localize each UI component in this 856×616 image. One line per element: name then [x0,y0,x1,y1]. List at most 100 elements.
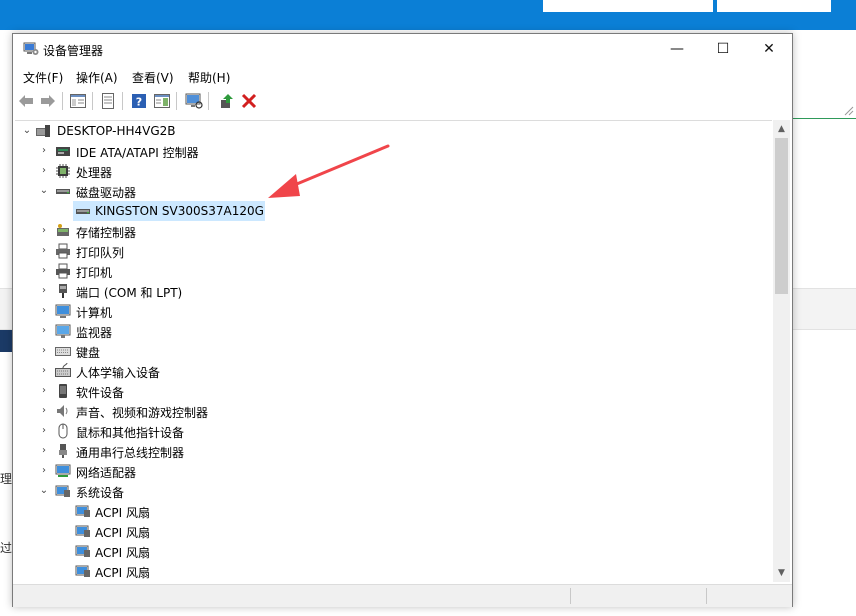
system-device-icon [75,565,90,577]
background-text-fragment: 过 [0,541,13,555]
printer-icon [56,263,70,279]
tree-node[interactable]: ACPI 风扇 [15,501,772,521]
tree-node[interactable]: ACPI 风扇 [15,541,772,561]
tree-node-label: 网络适配器 [76,466,137,480]
tree-node[interactable]: › 端口 (COM 和 LPT) [15,281,772,301]
properties-icon[interactable] [99,92,117,110]
collapse-chevron-icon[interactable]: ⌄ [39,185,49,197]
tree-node-label: 通用串行总线控制器 [76,446,185,460]
tree-node-label: IDE ATA/ATAPI 控制器 [76,146,199,160]
tree-node[interactable]: › 人体学输入设备 [15,361,772,381]
system-device-icon [75,525,90,537]
disk-drive-icon [76,209,90,214]
tree-node-label: 打印机 [76,266,113,280]
tree-node-label: KINGSTON SV300S37A120G [95,204,264,218]
network-adapter-icon [55,464,71,477]
help-icon[interactable]: ? [130,92,148,110]
tree-node-label: 打印队列 [76,246,125,260]
expand-chevron-icon[interactable]: › [39,345,49,357]
processor-icon [56,164,70,178]
expand-chevron-icon[interactable]: › [39,245,49,257]
system-device-icon [75,545,90,557]
update-driver-icon[interactable] [218,92,236,110]
collapse-chevron-icon[interactable]: ⌄ [39,485,49,497]
system-device-icon [75,505,90,517]
tree-node[interactable]: › 软件设备 [15,381,772,401]
maximize-button[interactable]: ☐ [700,34,746,64]
background-search-field [543,0,713,12]
tree-node[interactable]: › 处理器 [15,161,772,181]
device-tree: ⌄ DESKTOP-HH4VG2B › IDE ATA/ATAPI 控制器 › … [15,120,772,581]
tree-node[interactable]: › 监视器 [15,321,772,341]
tree-node-label: 监视器 [76,326,113,340]
tree-node-label: 系统设备 [76,486,125,500]
tree-node[interactable]: ACPI 风扇 [15,521,772,541]
scroll-down-arrow-icon[interactable]: ▼ [775,566,788,580]
close-button[interactable]: ✕ [746,34,792,64]
tree-node-label: 磁盘驱动器 [76,186,137,200]
expand-chevron-icon[interactable]: › [39,145,49,157]
software-device-icon [59,384,67,398]
back-arrow-icon[interactable] [17,92,35,110]
expand-chevron-icon[interactable]: › [39,305,49,317]
tree-node[interactable]: › 计算机 [15,301,772,321]
tree-node[interactable]: › 打印机 [15,261,772,281]
menu-view[interactable]: 查看(V) [132,69,174,86]
tree-node[interactable]: › 鼠标和其他指针设备 [15,421,772,441]
show-hide-tree-icon[interactable] [69,92,87,110]
tree-node[interactable]: ⌄ 系统设备 [15,481,772,501]
expand-chevron-icon[interactable]: › [39,445,49,457]
tree-node-label: ACPI 风扇 [95,546,150,560]
tree-node-label: 软件设备 [76,386,125,400]
tree-node-label: 人体学输入设备 [76,366,161,380]
tree-node[interactable]: › 存储控制器 [15,221,772,241]
tree-node-label: ACPI 风扇 [95,526,150,540]
tree-node[interactable]: › 网络适配器 [15,461,772,481]
tree-node[interactable]: › IDE ATA/ATAPI 控制器 [15,141,772,161]
tree-root-label: DESKTOP-HH4VG2B [57,124,176,138]
computer-icon [36,125,50,137]
print-queue-icon [56,243,70,259]
tree-node[interactable]: ⌄ 磁盘驱动器 [15,181,772,201]
expand-chevron-icon[interactable]: › [39,465,49,477]
expand-chevron-icon[interactable]: › [39,325,49,337]
forward-arrow-icon[interactable] [39,92,57,110]
scroll-up-arrow-icon[interactable]: ▲ [775,122,788,136]
scan-hardware-icon[interactable] [185,92,203,110]
tree-node-label: 鼠标和其他指针设备 [76,426,185,440]
menu-file[interactable]: 文件(F) [23,69,63,86]
tree-node[interactable]: › 通用串行总线控制器 [15,441,772,461]
background-field [717,0,831,12]
expand-chevron-icon[interactable]: › [39,285,49,297]
scrollbar-thumb[interactable] [775,138,788,294]
menu-help[interactable]: 帮助(H) [188,69,230,86]
tree-node[interactable]: ACPI 风扇 [15,561,772,581]
tree-node[interactable]: › 键盘 [15,341,772,361]
tree-node[interactable]: › 打印队列 [15,241,772,261]
title-bar[interactable]: 设备管理器 — ☐ ✕ [13,34,792,64]
usb-icon [59,444,67,458]
menu-action[interactable]: 操作(A) [76,69,118,86]
expand-chevron-icon[interactable]: › [39,225,49,237]
background-text-fragment: 理 [0,472,13,486]
expand-chevron-icon[interactable]: › [39,265,49,277]
expand-chevron-icon[interactable]: › [39,425,49,437]
port-icon [59,284,67,298]
device-manager-window: 设备管理器 — ☐ ✕ 文件(F) 操作(A) 查看(V) 帮助(H) ? ⌄ … [12,33,793,607]
tree-node-selected[interactable]: KINGSTON SV300S37A120G [15,201,772,221]
details-pane-icon[interactable] [153,92,171,110]
expand-chevron-icon[interactable]: › [39,385,49,397]
collapse-chevron-icon[interactable]: ⌄ [22,125,32,137]
uninstall-icon[interactable] [240,92,258,110]
expand-chevron-icon[interactable]: › [39,405,49,417]
vertical-scrollbar[interactable]: ▲ ▼ [773,120,790,582]
tree-root[interactable]: ⌄ DESKTOP-HH4VG2B [15,121,772,141]
computer-icon [55,304,71,318]
background-divider [793,118,856,119]
minimize-button[interactable]: — [654,34,700,64]
expand-chevron-icon[interactable]: › [39,165,49,177]
mouse-icon [58,423,68,439]
expand-chevron-icon[interactable]: › [39,365,49,377]
keyboard-icon [55,347,71,356]
tree-node[interactable]: › 声音、视频和游戏控制器 [15,401,772,421]
